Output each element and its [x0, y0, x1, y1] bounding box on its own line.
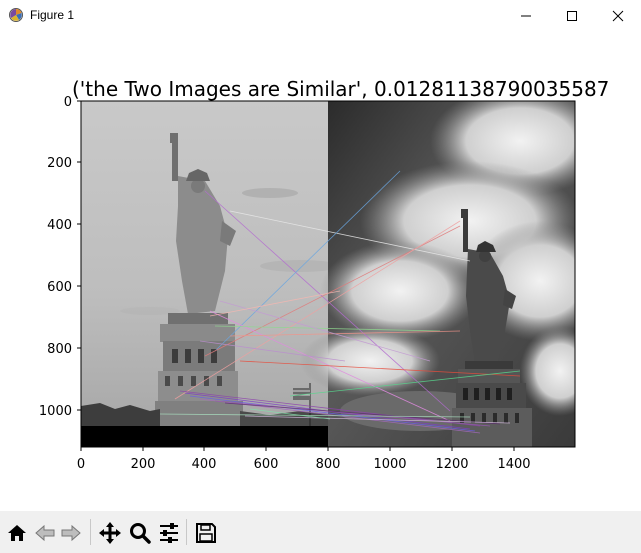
x-tick-label: 0	[77, 457, 85, 472]
navigation-toolbar	[0, 511, 641, 553]
maximize-button[interactable]	[549, 0, 595, 31]
x-tick-label: 800	[316, 457, 341, 472]
close-button[interactable]	[595, 0, 641, 31]
toolbar-separator	[90, 519, 91, 545]
home-button[interactable]	[3, 519, 31, 547]
x-tick-label: 200	[131, 457, 156, 472]
x-tick-label: 1000	[373, 457, 406, 472]
right-photo	[300, 101, 575, 447]
x-tick-label: 1200	[435, 457, 468, 472]
minimize-button[interactable]	[503, 0, 549, 31]
figure-canvas[interactable]: ('the Two Images are Similar', 0.0128113…	[0, 31, 641, 511]
pan-icon	[99, 522, 121, 544]
configure-subplots-button[interactable]	[155, 519, 183, 547]
zoom-button[interactable]	[126, 519, 154, 547]
forward-button[interactable]	[57, 519, 85, 547]
y-tick-label: 200	[47, 156, 72, 171]
x-tick-label: 1400	[497, 457, 530, 472]
save-icon	[196, 523, 216, 543]
y-tick-label: 600	[47, 280, 72, 295]
matplotlib-icon	[8, 7, 24, 23]
x-tick-label: 400	[192, 457, 217, 472]
toolbar-separator	[186, 519, 187, 545]
window-title: Figure 1	[30, 8, 75, 22]
forward-icon	[61, 524, 81, 542]
x-tick-label: 600	[254, 457, 279, 472]
matplotlib-window: Figure 1 ('the Two Images are Similar', …	[0, 0, 641, 553]
title-bar: Figure 1	[0, 0, 641, 31]
minimize-icon	[521, 15, 531, 16]
plot-area: 0 200 400 600 800 1000 1200 1400 0 200 4…	[39, 95, 576, 472]
home-icon	[8, 525, 26, 541]
maximize-icon	[567, 10, 577, 21]
y-tick-label: 1000	[39, 404, 72, 419]
pan-button[interactable]	[96, 519, 124, 547]
back-button[interactable]	[31, 519, 59, 547]
configure-subplots-icon	[160, 523, 178, 543]
zoom-icon	[130, 523, 151, 544]
y-tick-label: 400	[47, 218, 72, 233]
y-tick-label: 800	[47, 342, 72, 357]
back-icon	[35, 524, 55, 542]
y-tick-label: 0	[64, 95, 72, 110]
save-button[interactable]	[192, 519, 220, 547]
close-icon	[612, 10, 624, 21]
